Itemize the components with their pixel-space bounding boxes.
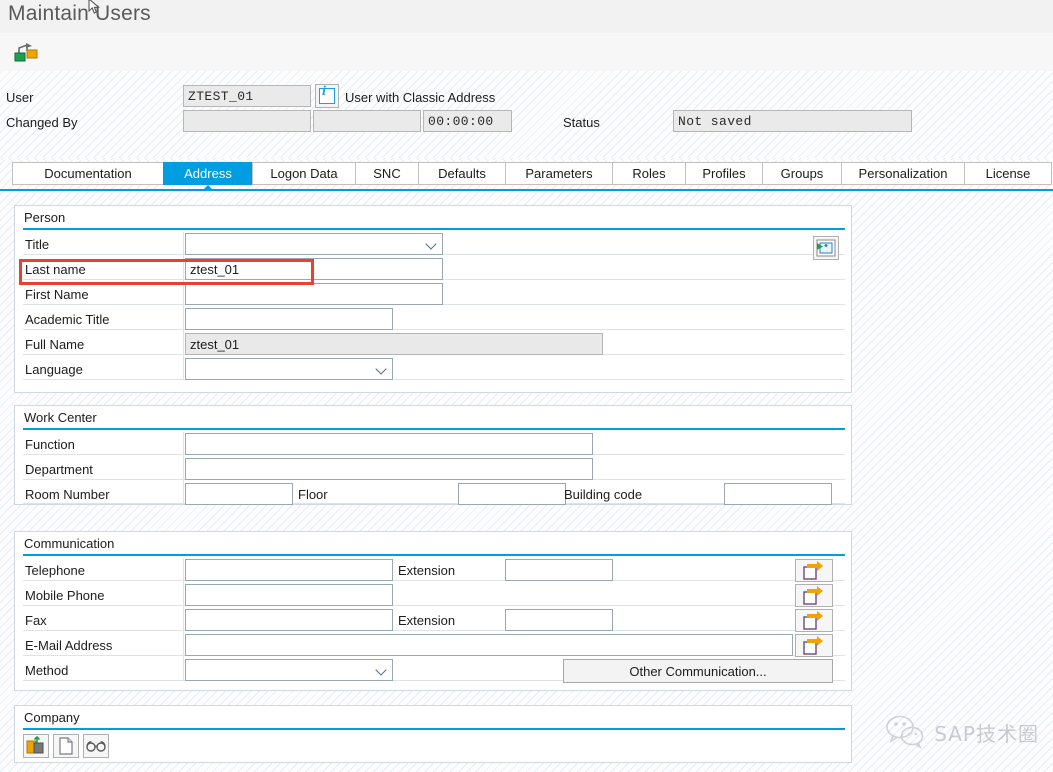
person-panel-title: Person <box>24 210 66 225</box>
function-input[interactable] <box>185 433 593 455</box>
navigate-detail-icon[interactable] <box>795 559 833 582</box>
tab-defaults[interactable]: Defaults <box>418 162 506 185</box>
title-select[interactable] <box>185 233 443 255</box>
building-code-input[interactable] <box>724 483 832 505</box>
full-name-input <box>185 333 603 355</box>
create-company-icon[interactable] <box>23 734 49 758</box>
email-label: E-Mail Address <box>25 638 113 653</box>
work-center-panel: Work Center Function Department Room Num… <box>14 405 852 505</box>
changed-by-label: Changed By <box>6 115 78 130</box>
tab-address[interactable]: Address <box>163 162 253 185</box>
tab-roles[interactable]: Roles <box>612 162 686 185</box>
chevron-down-icon <box>427 240 436 246</box>
telephone-label: Telephone <box>25 563 85 578</box>
other-communication-button[interactable]: Other Communication... <box>563 659 833 683</box>
title-label: Title <box>25 237 50 252</box>
communication-panel-title: Communication <box>24 536 115 551</box>
floor-label: Floor <box>298 487 328 502</box>
academic-title-input[interactable] <box>185 308 393 330</box>
user-input[interactable] <box>183 85 311 107</box>
changed-by-input[interactable] <box>183 110 311 132</box>
telephone-extension-input[interactable] <box>505 559 613 581</box>
language-label: Language <box>25 362 83 377</box>
work-center-panel-title: Work Center <box>24 410 97 425</box>
method-label: Method <box>25 663 69 678</box>
method-select[interactable] <box>185 659 393 681</box>
academic-title-label: Academic Title <box>25 312 110 327</box>
status-label: Status <box>563 115 600 130</box>
first-name-label: First Name <box>25 287 89 302</box>
user-header-area: User i User with Classic Address Changed… <box>0 71 1053 205</box>
user-label: User <box>6 90 34 105</box>
tab-strip: Documentation Address Logon Data SNC Default… <box>0 160 1053 191</box>
navigate-detail-icon[interactable] <box>795 634 833 657</box>
tab-documentation[interactable]: Documentation <box>12 162 164 185</box>
tab-parameters[interactable]: Parameters <box>505 162 613 185</box>
mobile-phone-input[interactable] <box>185 584 393 606</box>
status-value <box>673 110 912 132</box>
building-code-label: Building code <box>564 487 643 502</box>
fax-extension-label: Extension <box>398 613 456 628</box>
tab-snc[interactable]: SNC <box>355 162 419 185</box>
application-toolbar <box>0 33 1053 72</box>
telephone-input[interactable] <box>185 559 393 581</box>
person-panel: Person Title Last name First Name Academ… <box>14 205 852 393</box>
room-number-label: Room Number <box>25 487 110 502</box>
navigate-detail-icon[interactable] <box>795 609 833 632</box>
changed-date-input[interactable] <box>313 110 421 132</box>
full-name-label: Full Name <box>25 337 85 352</box>
mouse-cursor-icon <box>88 0 101 14</box>
changed-time-input[interactable] <box>423 110 512 132</box>
room-number-input[interactable] <box>185 483 293 505</box>
company-panel: Company <box>14 705 852 763</box>
communication-panel: Communication Telephone Extension Mobile… <box>14 531 852 691</box>
tab-license[interactable]: License <box>964 162 1052 185</box>
function-label: Function <box>25 437 75 452</box>
chevron-down-icon <box>377 666 386 672</box>
fax-input[interactable] <box>185 609 393 631</box>
tab-groups[interactable]: Groups <box>762 162 842 185</box>
tab-personalization[interactable]: Personalization <box>841 162 965 185</box>
mobile-phone-label: Mobile Phone <box>25 588 105 603</box>
user-type-text: User with Classic Address <box>345 90 496 105</box>
floor-input[interactable] <box>458 483 566 505</box>
first-name-input[interactable] <box>185 283 443 305</box>
department-label: Department <box>25 462 93 477</box>
page-title: Maintain Users <box>8 2 151 25</box>
company-panel-title: Company <box>24 710 80 725</box>
highlight-annotation-last-name <box>19 259 314 285</box>
navigate-detail-icon[interactable] <box>795 584 833 607</box>
language-select[interactable] <box>185 358 393 380</box>
chevron-down-icon <box>377 365 386 371</box>
assign-address-icon[interactable] <box>813 236 839 260</box>
department-input[interactable] <box>185 458 593 480</box>
document-icon[interactable] <box>53 734 79 758</box>
tab-profiles[interactable]: Profiles <box>685 162 763 185</box>
fax-label: Fax <box>25 613 47 628</box>
email-input[interactable] <box>185 634 793 656</box>
other-user-icon[interactable] <box>10 40 44 64</box>
glasses-display-icon[interactable] <box>83 734 109 758</box>
telephone-extension-label: Extension <box>398 563 456 578</box>
info-icon[interactable]: i <box>315 84 339 108</box>
window-title-bar: Maintain Users <box>0 0 1053 34</box>
tab-logon-data[interactable]: Logon Data <box>252 162 356 185</box>
fax-extension-input[interactable] <box>505 609 613 631</box>
